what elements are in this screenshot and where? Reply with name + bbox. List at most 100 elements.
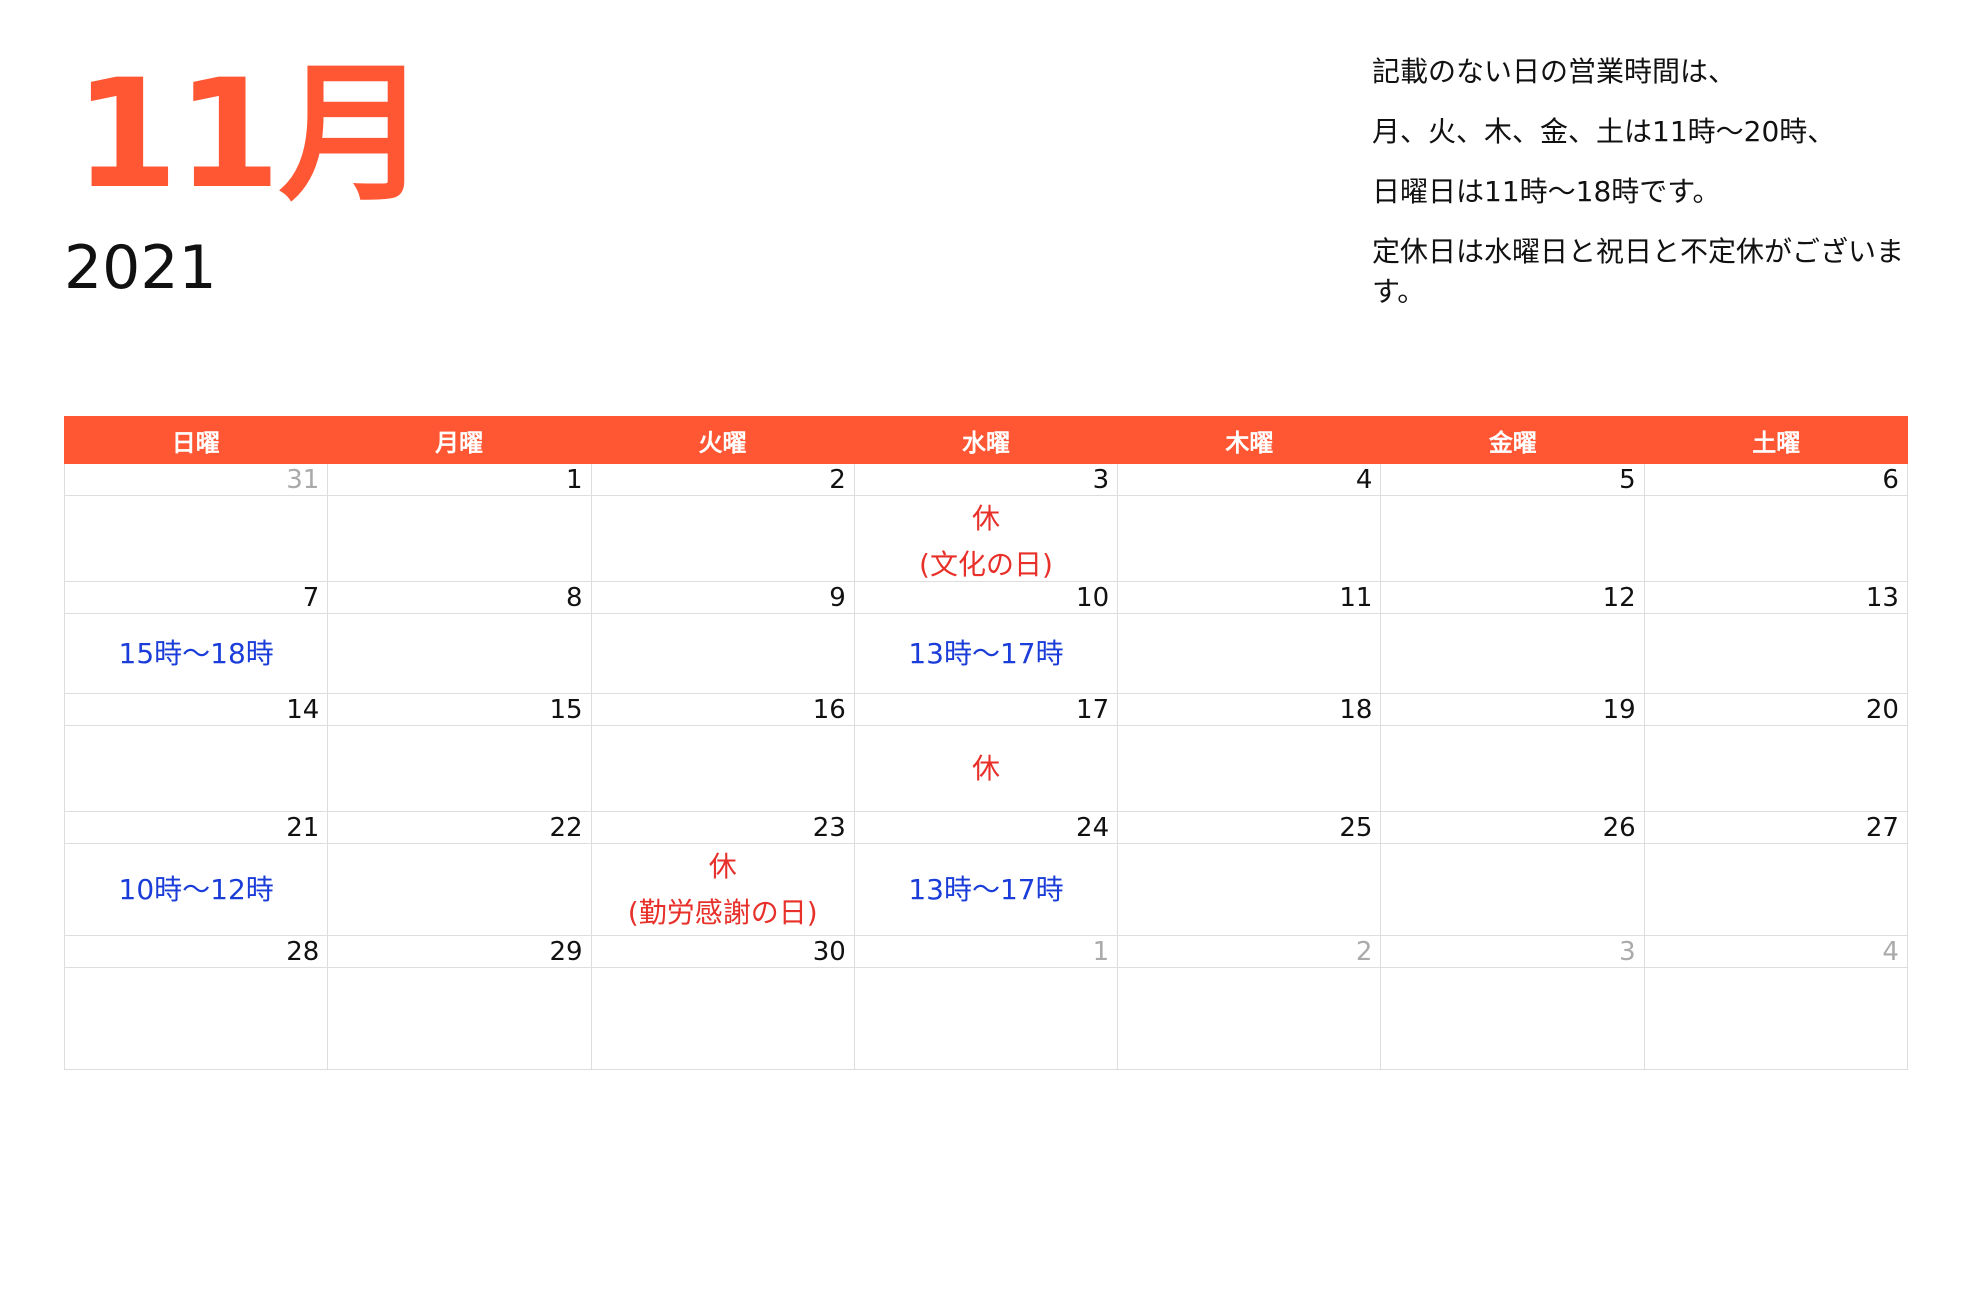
- calendar-day: 30: [591, 936, 855, 1070]
- weekday-saturday: 土曜: [1752, 428, 1801, 457]
- calendar-week: 7 15時〜18時 8 9 10 13時〜17時 11 12 13: [64, 582, 1908, 694]
- calendar-week: 21 10時〜12時 22 23 休 (勤労感謝の日) 24 13時〜17時 25 26 27: [64, 812, 1908, 936]
- calendar-day: 11: [1118, 582, 1382, 694]
- day-note: [592, 968, 854, 1069]
- calendar-day: 23 休 (勤労感謝の日): [591, 812, 855, 936]
- closed-note: (勤労感謝の日): [627, 896, 818, 929]
- day-number: 3: [1381, 936, 1644, 968]
- day-note: 休 (勤労感謝の日): [592, 844, 854, 936]
- day-note: [592, 614, 854, 693]
- day-number: 1: [854, 936, 1118, 968]
- day-number: 29: [328, 936, 591, 968]
- day-number: 3: [854, 464, 1118, 496]
- day-note: [328, 496, 590, 581]
- day-note: 10時〜12時: [65, 844, 327, 935]
- hours-note: 15時〜18時: [118, 636, 274, 670]
- calendar-day: 12: [1381, 582, 1645, 694]
- closed-note: 休: [971, 502, 1000, 535]
- day-note: [1118, 496, 1380, 581]
- calendar-day: 22: [328, 812, 592, 936]
- calendar-day: 4: [1118, 464, 1382, 582]
- day-note: [1381, 614, 1643, 693]
- calendar-day: 16: [591, 694, 855, 812]
- day-number: 31: [65, 464, 328, 496]
- day-number: 8: [328, 582, 591, 614]
- calendar-day: 26: [1381, 812, 1645, 936]
- day-note: [65, 496, 327, 581]
- calendar-day: 15: [328, 694, 592, 812]
- weekday-monday: 月曜: [435, 428, 484, 457]
- day-note: [592, 726, 854, 811]
- day-note: 休 (文化の日): [855, 496, 1117, 588]
- day-number: 19: [1381, 694, 1644, 726]
- day-note: 13時〜17時: [855, 614, 1117, 693]
- day-number: 9: [591, 582, 854, 614]
- calendar-week: 14 15 16 17 休 18 19 20: [64, 694, 1908, 812]
- day-note: 15時〜18時: [65, 614, 327, 693]
- note-line-3: 日曜日は11時〜18時です。: [1372, 175, 1721, 208]
- day-number: 13: [1644, 582, 1907, 614]
- calendar-weeks: 31 1 2 3 休 (文化の日) 4 5 6 7 15時〜18時 8 9 10 13時〜17時 11 12 13…: [64, 464, 1908, 1070]
- day-note: 13時〜17時: [855, 844, 1117, 935]
- calendar-day: 3 休 (文化の日): [854, 464, 1119, 582]
- day-note: [1381, 726, 1643, 811]
- day-note: [1118, 968, 1380, 1069]
- day-number: 25: [1118, 812, 1381, 844]
- calendar-day: 9: [591, 582, 855, 694]
- year-label: 2021: [64, 233, 217, 303]
- day-note: [1118, 614, 1380, 693]
- day-number: 28: [65, 936, 328, 968]
- day-note: [1381, 968, 1643, 1069]
- day-note: 休: [855, 726, 1117, 811]
- day-number: 24: [854, 812, 1118, 844]
- day-number: 4: [1118, 464, 1381, 496]
- weekday-wednesday: 水曜: [961, 428, 1010, 457]
- day-note: [1118, 844, 1380, 935]
- day-note: [1645, 496, 1907, 581]
- day-number: 11: [1118, 582, 1381, 614]
- weekday-tuesday: 火曜: [698, 428, 747, 457]
- day-note: [1645, 614, 1907, 693]
- day-note: [1381, 844, 1643, 935]
- calendar-week: 28 29 30 1 2 3 4: [64, 936, 1908, 1070]
- calendar-day: 14: [65, 694, 329, 812]
- day-number: 20: [1644, 694, 1907, 726]
- calendar-day: 8: [328, 582, 592, 694]
- day-number: 23: [591, 812, 854, 844]
- calendar-day: 2: [591, 464, 855, 582]
- day-note: [1645, 844, 1907, 935]
- day-number: 16: [591, 694, 854, 726]
- business-hours-notes: 記載のない日の営業時間は、 月、火、木、金、土は11時〜20時、 日曜日は11時…: [1372, 52, 1912, 312]
- calendar-day: 31: [65, 464, 329, 582]
- calendar-day: 2: [1118, 936, 1382, 1070]
- day-note: [65, 726, 327, 811]
- day-note: [328, 844, 590, 935]
- day-number: 21: [65, 812, 328, 844]
- day-number: 30: [591, 936, 854, 968]
- day-number: 27: [1644, 812, 1907, 844]
- day-note: [855, 968, 1117, 1069]
- calendar-day: 20: [1644, 694, 1908, 812]
- calendar-day: 1: [328, 464, 592, 582]
- calendar-day: 4: [1644, 936, 1908, 1070]
- day-note: [328, 614, 590, 693]
- weekday-header: 日曜 月曜 火曜 水曜 木曜 金曜 土曜: [64, 416, 1908, 464]
- day-number: 14: [65, 694, 328, 726]
- day-number: 1: [328, 464, 591, 496]
- month-title: 11月: [74, 48, 429, 222]
- calendar-day: 18: [1118, 694, 1382, 812]
- hours-note: 13時〜17時: [908, 636, 1064, 670]
- calendar-day: 21 10時〜12時: [65, 812, 329, 936]
- weekday-sunday: 日曜: [171, 428, 220, 457]
- note-line-4: 定休日は水曜日と祝日と不定休がございます。: [1372, 235, 1905, 308]
- day-note: [1381, 496, 1643, 581]
- calendar-day: 7 15時〜18時: [65, 582, 329, 694]
- day-note: [328, 968, 590, 1069]
- day-note: [1118, 726, 1380, 811]
- day-note: [65, 968, 327, 1069]
- day-note: [1645, 726, 1907, 811]
- day-note: [328, 726, 590, 811]
- day-number: 22: [328, 812, 591, 844]
- day-number: 10: [854, 582, 1118, 614]
- calendar-day: 25: [1118, 812, 1382, 936]
